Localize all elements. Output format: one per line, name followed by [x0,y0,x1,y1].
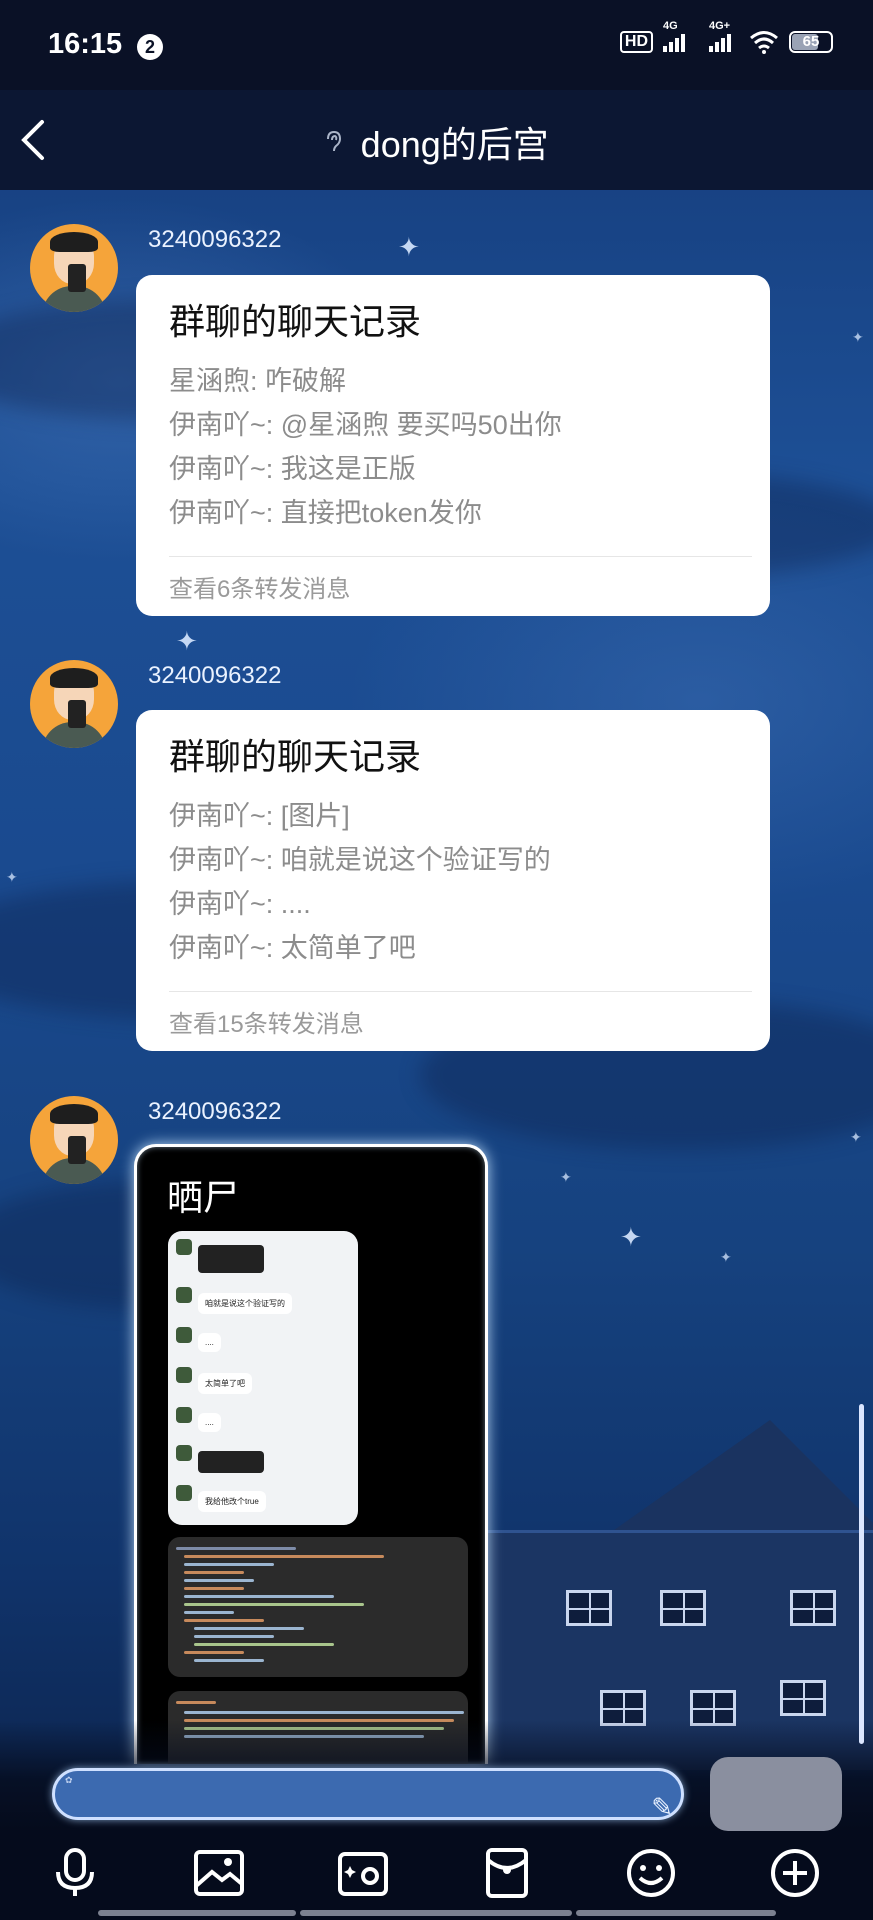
forwarded-chat-card[interactable]: 群聊的聊天记录 伊南吖~: [图片] 伊南吖~: 咱就是说这个验证写的 伊南吖~… [136,710,770,1051]
image-button[interactable] [192,1846,252,1906]
card-line: 伊南吖~: 我这是正版 [169,454,416,484]
image-icon [194,1850,244,1896]
more-button[interactable] [768,1846,828,1906]
card-divider [169,991,752,992]
card-divider [169,556,752,557]
input-toolbar [0,1846,873,1906]
input-decoration-icon: ✿ [65,1775,73,1785]
wifi-icon [750,31,778,54]
status-icons: HD 4G 4G+ 65 [619,20,833,54]
plus-icon [771,1849,819,1897]
card-line: 伊南吖~: 咱就是说这个验证写的 [169,845,551,875]
view-forwarded-link[interactable]: 查看15条转发消息 [169,1004,364,1039]
camera-icon [338,1852,388,1896]
card-line: 伊南吖~: 直接把token发你 [169,498,482,528]
signal-4g-icon: 4G [663,20,685,52]
card-line: 伊南吖~: @星涵煦 要买吗50出你 [169,410,562,440]
mini-bubble: 我给他改个true [198,1491,266,1512]
nav-indicator [98,1910,296,1916]
nav-indicator [576,1910,776,1916]
chat-title: dong的后宫 [360,124,549,165]
card-line: 伊南吖~: [图片] [169,801,350,831]
send-button[interactable] [710,1757,842,1831]
avatar[interactable] [30,660,118,748]
status-bar: 16:15 2 HD 4G 4G+ 65 [0,0,873,90]
emoji-button[interactable] [624,1846,684,1906]
input-decoration-icon: ✎ [651,1792,673,1822]
status-time: 16:15 [48,28,123,60]
card-line: 伊南吖~: .... [169,889,311,919]
nav-indicator [300,1910,572,1916]
red-packet-button[interactable] [480,1846,540,1906]
sender-name: 3240096322 [148,226,282,253]
forwarded-chat-card-dark[interactable]: 晒尸 咱就是说这个验证写的 .... 太简单了吧 .... 我给他改个true [134,1144,488,1764]
mini-bubble: .... [198,1333,221,1352]
message-input[interactable]: ✿ ✎ [52,1768,684,1822]
view-forwarded-link[interactable]: 查看6条转发消息 [169,569,350,604]
scrollbar[interactable] [859,1404,864,1744]
camera-button[interactable] [336,1846,396,1906]
battery-icon: 65 [789,31,833,53]
voice-button[interactable] [48,1846,108,1906]
signal-4g-plus-icon: 4G+ [709,20,731,52]
mini-bubble: 太简单了吧 [198,1373,252,1394]
red-packet-icon [486,1848,528,1898]
mini-bubble: .... [198,1413,221,1432]
mini-bubble: 咱就是说这个验证写的 [198,1293,292,1314]
sender-name: 3240096322 [148,662,282,689]
screenshot-thumbnail[interactable]: 咱就是说这个验证写的 .... 太简单了吧 .... 我给他改个true [168,1231,358,1525]
mic-icon [56,1848,94,1896]
card-title: 晒尸 [167,1177,240,1218]
card-title: 群聊的聊天记录 [169,736,422,777]
card-line: 星涵煦: 咋破解 [169,366,347,396]
avatar[interactable] [30,1096,118,1184]
avatar[interactable] [30,224,118,312]
card-title: 群聊的聊天记录 [169,301,422,342]
emoji-icon [627,1849,675,1897]
forwarded-chat-card[interactable]: 群聊的聊天记录 星涵煦: 咋破解 伊南吖~: @星涵煦 要买吗50出你 伊南吖~… [136,275,770,616]
card-line: 伊南吖~: 太简单了吧 [169,933,416,963]
hd-icon: HD [619,31,653,53]
notification-badge: 2 [137,34,163,60]
code-screenshot-thumbnail[interactable] [168,1537,468,1677]
earpiece-icon [327,130,342,152]
chat-header: dong的后宫 [0,90,873,190]
sender-name: 3240096322 [148,1098,282,1125]
